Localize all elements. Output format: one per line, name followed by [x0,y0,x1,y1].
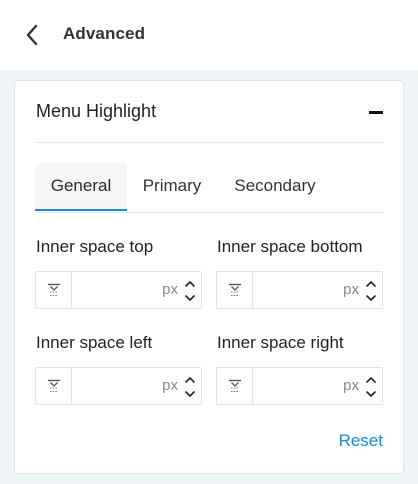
back-button[interactable] [20,22,44,48]
unit-label: px [343,377,359,394]
inner-space-top-stepper[interactable] [184,276,196,306]
stepper-arrows-icon [185,377,195,397]
padding-left-icon [47,379,60,392]
inner-space-bottom-field: px [216,271,383,309]
tab-primary[interactable]: Primary [139,163,205,211]
menu-highlight-panel: Menu Highlight General Primary Secondary… [14,80,404,474]
inner-space-top-label: Inner space top [36,237,154,256]
page-title: Advanced [63,24,146,43]
unit-label: px [162,281,178,298]
inner-space-bottom-label: Inner space bottom [217,237,363,256]
stepper-arrows-icon [366,281,376,301]
padding-bottom-icon [228,283,241,296]
inner-space-top-input[interactable] [74,280,134,300]
minus-icon [369,110,383,114]
inner-space-bottom-stepper[interactable] [365,276,377,306]
inner-space-right-label: Inner space right [217,333,344,352]
unit-label: px [162,377,178,394]
padding-right-icon [228,379,241,392]
inner-space-top-field: px [35,271,202,309]
inner-space-right-stepper[interactable] [365,372,377,402]
inner-space-bottom-input[interactable] [255,280,315,300]
stepper-arrows-icon [185,281,195,301]
stepper-arrows-icon [366,377,376,397]
collapse-button[interactable] [369,107,383,117]
tab-bar: General Primary Secondary [35,163,384,213]
section-title: Menu Highlight [36,101,157,121]
top-bar: Advanced [0,0,418,70]
unit-label: px [343,281,359,298]
inner-space-left-field: px [35,367,202,405]
inner-space-right-field: px [216,367,383,405]
chevron-left-icon [26,24,38,46]
divider [35,142,384,143]
inner-space-left-stepper[interactable] [184,372,196,402]
tab-general[interactable]: General [35,163,127,211]
inner-space-left-input[interactable] [74,376,134,396]
tab-secondary[interactable]: Secondary [229,163,321,211]
reset-button[interactable]: Reset [339,431,383,451]
padding-top-icon [47,283,60,296]
inner-space-left-label: Inner space left [36,333,153,352]
inner-space-right-input[interactable] [255,376,315,396]
